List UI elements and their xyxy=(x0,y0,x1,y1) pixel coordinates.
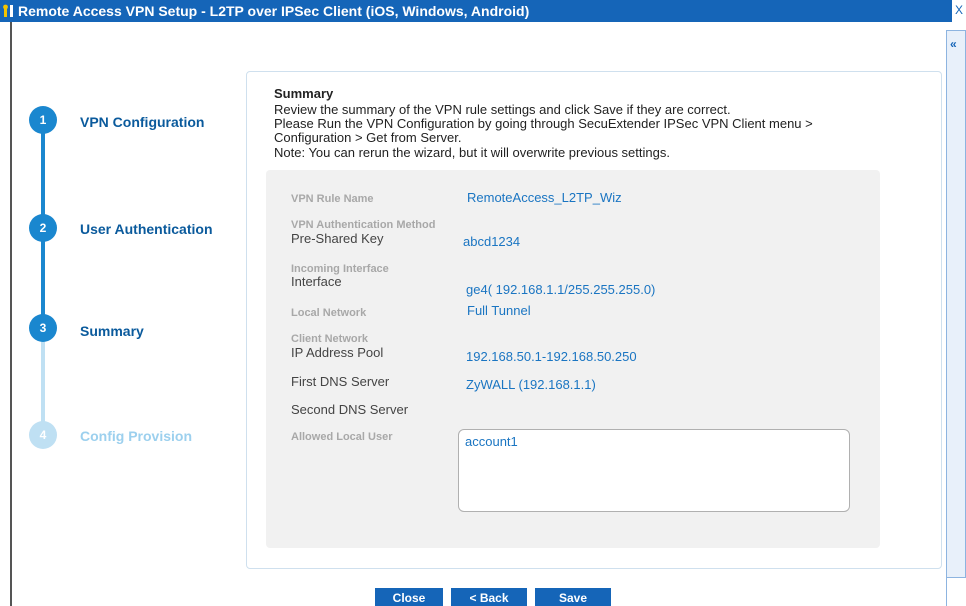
wizard-wrench-icon xyxy=(3,4,13,17)
summary-title: Summary xyxy=(274,86,334,101)
close-button[interactable]: Close xyxy=(375,588,443,606)
vpn-auth-method-section: VPN Authentication Method xyxy=(291,219,436,231)
window-title: Remote Access VPN Setup - L2TP over IPSe… xyxy=(18,3,530,19)
allowed-local-user-label: Allowed Local User xyxy=(291,431,393,443)
first-dns-label: First DNS Server xyxy=(291,374,390,389)
step-4-circle: 4 xyxy=(29,421,57,449)
window-titlebar: Remote Access VPN Setup - L2TP over IPSe… xyxy=(0,0,966,22)
side-panel: « xyxy=(946,30,966,578)
client-network-section: Client Network xyxy=(291,333,369,345)
step-4-label: Config Provision xyxy=(80,428,192,444)
allowed-local-user-list[interactable]: account1 xyxy=(458,429,850,512)
pre-shared-key-value: abcd1234 xyxy=(463,234,521,249)
step-3-label[interactable]: Summary xyxy=(80,323,144,339)
step-1-label[interactable]: VPN Configuration xyxy=(80,114,204,130)
pre-shared-key-label: Pre-Shared Key xyxy=(291,231,384,246)
first-dns-value: ZyWALL (192.168.1.1) xyxy=(466,377,596,392)
summary-description-line-3: Configuration > Get from Server. xyxy=(274,130,462,145)
local-network-label: Local Network xyxy=(291,307,367,319)
ip-address-pool-value: 192.168.50.1-192.168.50.250 xyxy=(466,349,637,364)
step-2-label[interactable]: User Authentication xyxy=(80,221,213,237)
summary-description-line-4: Note: You can rerun the wizard, but it w… xyxy=(274,145,670,160)
step-2-circle: 2 xyxy=(29,214,57,242)
interface-label: Interface xyxy=(291,274,342,289)
interface-value: ge4( 192.168.1.1/255.255.255.0) xyxy=(466,282,656,297)
allowed-local-user-item: account1 xyxy=(465,434,518,449)
second-dns-label: Second DNS Server xyxy=(291,402,409,417)
summary-description-line-2: Please Run the VPN Configuration by goin… xyxy=(274,116,813,131)
side-panel-footer xyxy=(946,578,966,606)
step-1-circle: 1 xyxy=(29,106,57,134)
back-button[interactable]: < Back xyxy=(451,588,527,606)
vpn-rule-name-label: VPN Rule Name xyxy=(291,193,374,205)
window-border xyxy=(10,22,12,606)
ip-address-pool-label: IP Address Pool xyxy=(291,345,384,360)
summary-description-line-1: Review the summary of the VPN rule setti… xyxy=(274,102,731,117)
close-icon[interactable]: X xyxy=(952,0,966,22)
collapse-icon[interactable]: « xyxy=(950,37,957,51)
local-network-value: Full Tunnel xyxy=(467,303,531,318)
step-3-circle: 3 xyxy=(29,314,57,342)
vpn-rule-name-value: RemoteAccess_L2TP_Wiz xyxy=(467,190,622,205)
save-button[interactable]: Save xyxy=(535,588,611,606)
